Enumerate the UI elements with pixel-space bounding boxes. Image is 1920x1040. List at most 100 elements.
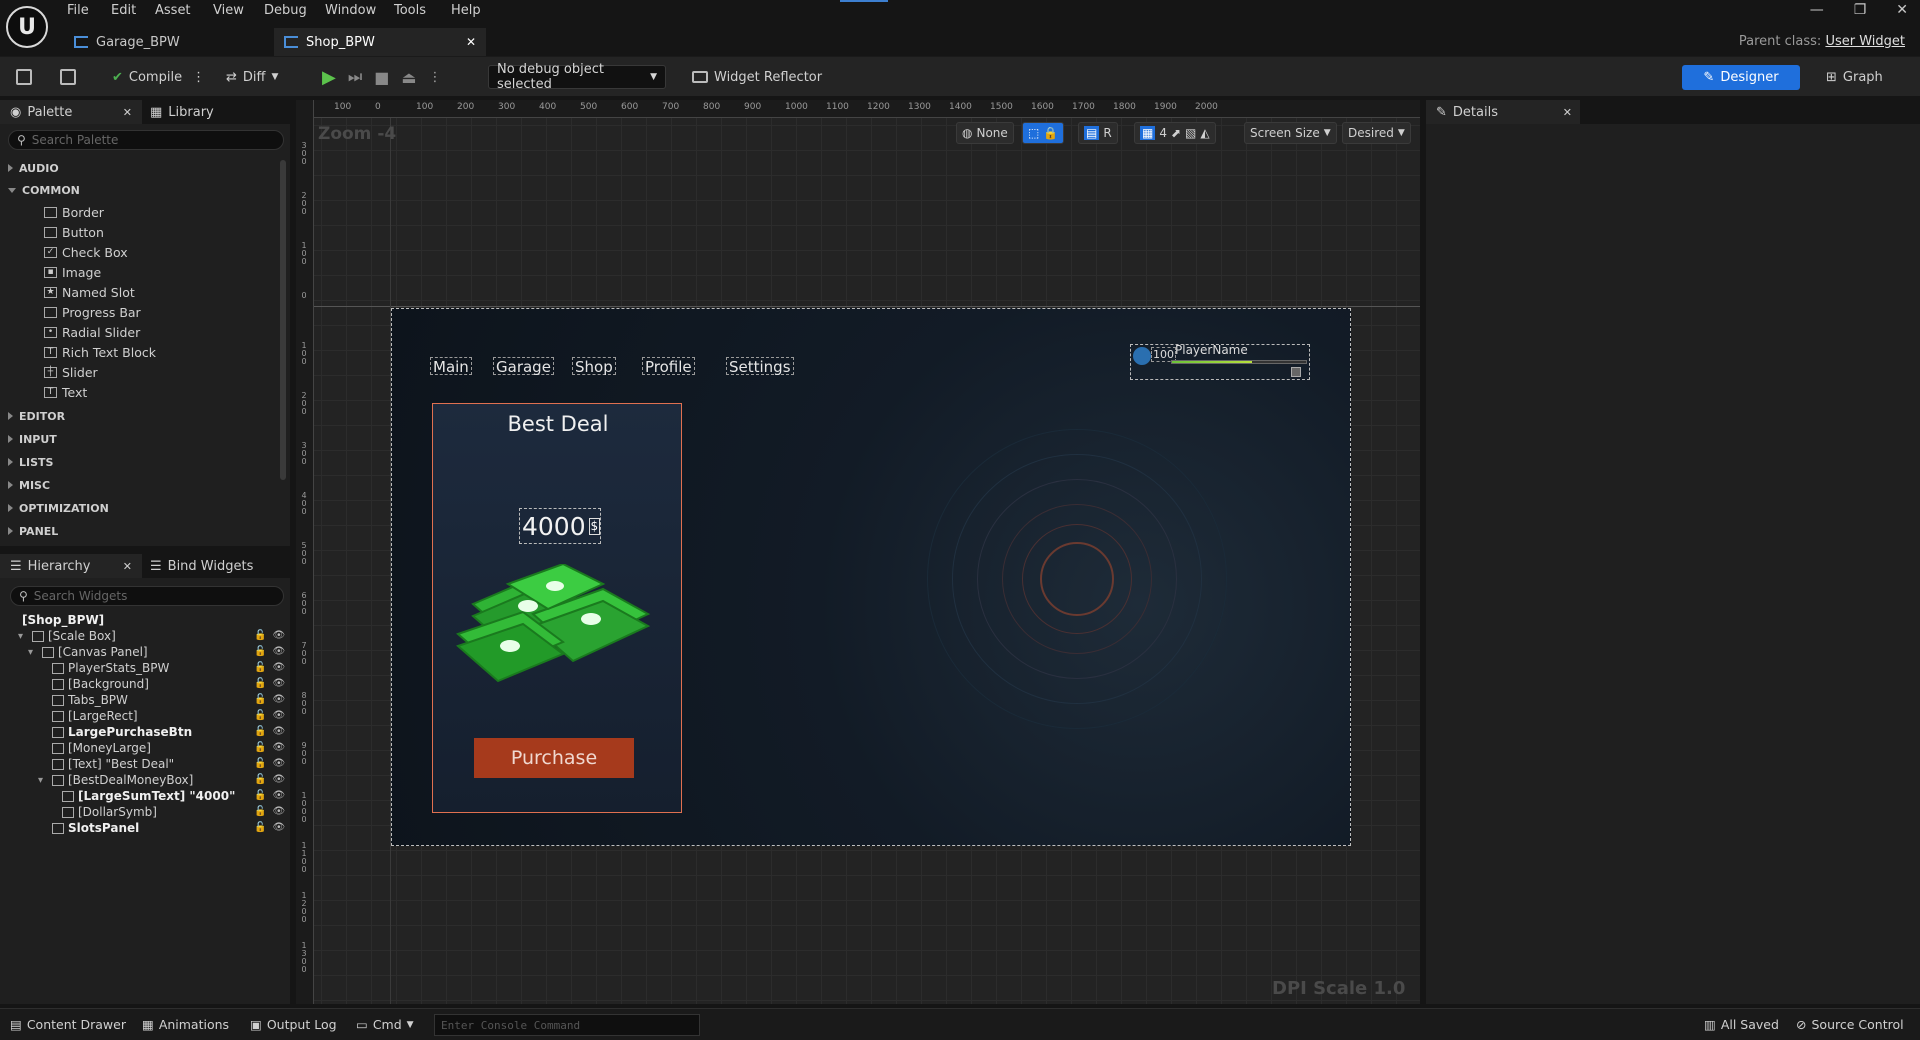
hierarchy-item[interactable]: ▾ [BestDealMoneyBox] [38, 772, 258, 788]
game-tab-main[interactable]: Main [430, 357, 472, 376]
category-panel[interactable]: PANEL [8, 521, 58, 541]
tab-palette[interactable]: ◉ Palette ✕ [0, 100, 142, 124]
hierarchy-item[interactable]: [MoneyLarge] [38, 740, 258, 756]
designer-button[interactable]: ✎ Designer [1682, 65, 1800, 90]
hierarchy-item[interactable]: [DollarSymb] [48, 804, 258, 820]
tab-bind-widgets[interactable]: ☰ Bind Widgets [150, 554, 253, 578]
visibility-eye-icon[interactable]: 👁 [272, 646, 285, 657]
unlock-icon[interactable]: 🔓 [254, 726, 266, 737]
palette-item-button[interactable]: Button [44, 222, 104, 242]
menu-asset[interactable]: Asset [155, 3, 191, 18]
designer-viewport[interactable]: 100 0 100 200 300 400 500 600 700 800 900 1000 1100 1… [296, 100, 1420, 1004]
hierarchy-item[interactable]: Tabs_BPW [38, 692, 258, 708]
palette-item-rich-text-block[interactable]: T Rich Text Block [44, 342, 156, 362]
palette-item-slider[interactable]: ┼ Slider [44, 362, 98, 382]
tab-shop-bpw[interactable]: Shop_BPW ✕ [274, 28, 486, 56]
tree-expander-icon[interactable]: ▾ [18, 631, 28, 642]
unlock-icon[interactable]: 🔓 [254, 678, 266, 689]
hierarchy-item[interactable]: LargePurchaseBtn [38, 724, 258, 740]
cmd-select[interactable]: ▭ Cmd ▼ [356, 1017, 414, 1032]
game-tab-shop[interactable]: Shop [572, 357, 616, 376]
visibility-eye-icon[interactable]: 👁 [272, 758, 285, 769]
palette-item-check-box[interactable]: ✓ Check Box [44, 242, 128, 262]
visibility-eye-icon[interactable]: 👁 [272, 726, 285, 737]
unlock-icon[interactable]: 🔓 [254, 630, 266, 641]
close-tab-icon[interactable]: ✕ [123, 106, 132, 119]
visibility-eye-icon[interactable]: 👁 [272, 774, 285, 785]
animations-button[interactable]: ▦ Animations [142, 1017, 229, 1032]
menu-help[interactable]: Help [451, 3, 481, 18]
tab-details[interactable]: ✎ Details ✕ [1426, 100, 1580, 124]
unlock-icon[interactable]: 🔓 [254, 822, 266, 833]
category-audio[interactable]: AUDIO [8, 158, 59, 178]
menu-tools[interactable]: Tools [394, 3, 426, 18]
hierarchy-item[interactable]: PlayerStats_BPW [38, 660, 258, 676]
category-lists[interactable]: LISTS [8, 452, 53, 472]
close-window-icon[interactable]: ✕ [1896, 2, 1908, 18]
close-tab-icon[interactable]: ✕ [466, 35, 476, 49]
gear-icon[interactable]: ⚙ [1278, 1001, 1291, 1004]
unlock-icon[interactable]: 🔓 [254, 694, 266, 705]
menu-edit[interactable]: Edit [111, 3, 136, 18]
unlock-icon[interactable]: 🔓 [254, 790, 266, 801]
lock-toggle[interactable]: ⬚ 🔒 [1022, 122, 1065, 144]
save-button[interactable] [16, 65, 32, 89]
palette-item-text[interactable]: T Text [44, 382, 87, 402]
palette-search-input[interactable]: ⚲ Search Palette [8, 130, 284, 150]
menu-debug[interactable]: Debug [264, 3, 307, 18]
menu-window[interactable]: Window [325, 3, 376, 18]
tab-garage-bpw[interactable]: Garage_BPW [64, 28, 264, 56]
unlock-icon[interactable]: 🔓 [254, 806, 266, 817]
all-saved-button[interactable]: ▥ All Saved [1704, 1017, 1779, 1032]
restore-icon[interactable]: ❐ [1854, 2, 1867, 18]
widget-canvas[interactable]: Main Garage Shop Profile Settings Best D… [391, 308, 1351, 846]
visibility-eye-icon[interactable]: 👁 [272, 742, 285, 753]
content-drawer-button[interactable]: ▤ Content Drawer [10, 1017, 126, 1032]
large-purchase-button[interactable]: Purchase [474, 738, 634, 778]
region-toggle[interactable]: ▤ R [1078, 122, 1118, 144]
output-log-button[interactable]: ▣ Output Log [250, 1017, 337, 1032]
category-editor[interactable]: EDITOR [8, 406, 65, 426]
compile-options-icon[interactable]: ⋮ [192, 70, 205, 85]
diff-button[interactable]: ⇄ Diff ▼ [226, 65, 278, 89]
stop-icon[interactable]: ■ [374, 68, 389, 87]
tree-expander-icon[interactable]: ▾ [38, 775, 48, 786]
palette-item-image[interactable]: ▪ Image [44, 262, 101, 282]
widget-reflector-button[interactable]: Widget Reflector [692, 65, 822, 89]
visibility-eye-icon[interactable]: 👁 [272, 822, 285, 833]
fill-screen-select[interactable]: Desired ▼ [1342, 122, 1411, 144]
eject-icon[interactable]: ⏏ [401, 68, 416, 87]
unlock-icon[interactable]: 🔓 [254, 758, 266, 769]
close-tab-icon[interactable]: ✕ [123, 560, 132, 573]
palette-item-radial-slider[interactable]: • Radial Slider [44, 322, 140, 342]
palette-item-border[interactable]: Border [44, 202, 104, 222]
browse-button[interactable] [60, 65, 76, 89]
unlock-icon[interactable]: 🔓 [254, 646, 266, 657]
game-tab-settings[interactable]: Settings [726, 357, 794, 376]
visibility-eye-icon[interactable]: 👁 [272, 806, 285, 817]
hierarchy-search-input[interactable]: ⚲ Search Widgets [10, 586, 284, 606]
play-icon[interactable]: ▶ [322, 67, 336, 88]
visibility-eye-icon[interactable]: 👁 [272, 694, 285, 705]
visibility-eye-icon[interactable]: 👁 [272, 710, 285, 721]
visibility-eye-icon[interactable]: 👁 [272, 662, 285, 673]
game-tab-profile[interactable]: Profile [642, 357, 695, 376]
hierarchy-item[interactable]: [LargeSumText] "4000" [48, 788, 258, 804]
category-common[interactable]: COMMON [8, 180, 80, 200]
menu-view[interactable]: View [213, 3, 244, 18]
unlock-icon[interactable]: 🔓 [254, 742, 266, 753]
visibility-eye-icon[interactable]: 👁 [272, 630, 285, 641]
hierarchy-item[interactable]: [Shop_BPW] [8, 612, 258, 628]
source-control-button[interactable]: ⊘ Source Control [1796, 1017, 1904, 1032]
grid-snap-control[interactable]: ▦ 4 ⬈ ▧ ◭ [1134, 122, 1216, 144]
tree-expander-icon[interactable]: ▾ [28, 647, 38, 658]
visibility-eye-icon[interactable]: 👁 [272, 790, 285, 801]
localization-preview[interactable]: ◍ None [956, 122, 1014, 144]
minimize-icon[interactable]: — [1810, 2, 1824, 18]
hierarchy-item[interactable]: SlotsPanel [38, 820, 258, 836]
hierarchy-item[interactable]: ▾ [Canvas Panel] [28, 644, 258, 660]
hierarchy-item[interactable]: ▾ [Scale Box] [18, 628, 258, 644]
step-icon[interactable]: ⏭ [348, 67, 362, 87]
close-tab-icon[interactable]: ✕ [1563, 106, 1572, 119]
tab-hierarchy[interactable]: ☰ Hierarchy ✕ [0, 554, 142, 578]
